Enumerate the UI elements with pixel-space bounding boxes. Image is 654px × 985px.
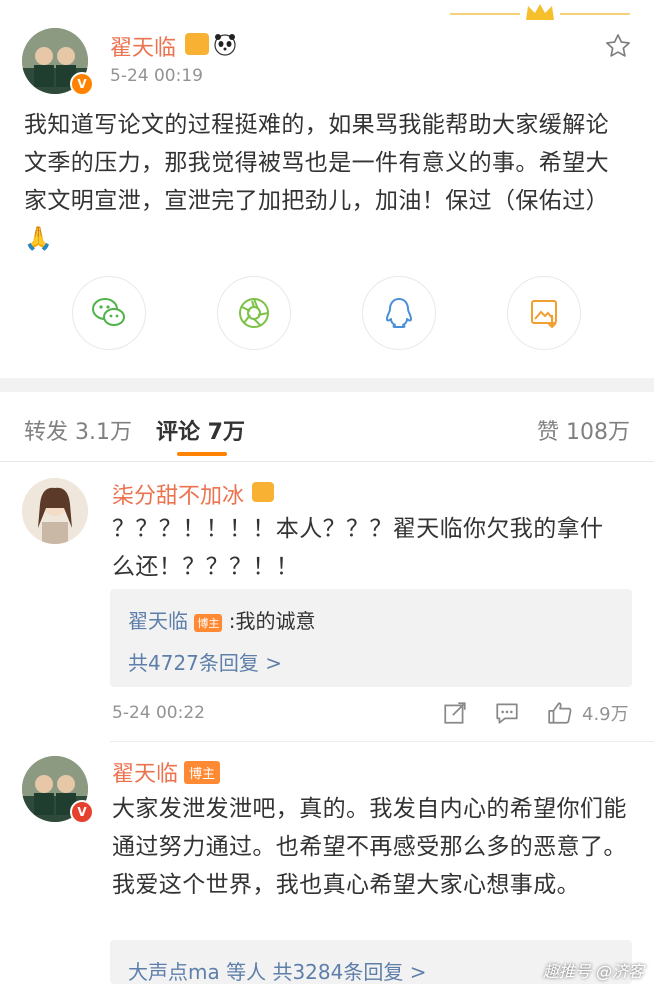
moments-icon xyxy=(239,298,269,328)
star-icon[interactable] xyxy=(604,32,632,60)
post-author[interactable]: 翟天临 xyxy=(110,30,176,62)
more-replies-link[interactable]: 共4727条回复 > xyxy=(128,647,282,676)
tab-comment[interactable]: 评论 7万 xyxy=(156,414,245,446)
save-image-button[interactable] xyxy=(507,276,581,350)
comment-author[interactable]: 翟天临 xyxy=(112,756,178,788)
blogger-badge: 博主 xyxy=(194,613,223,632)
verified-badge: V xyxy=(70,72,94,96)
comment-author[interactable]: 柒分甜不加冰 xyxy=(112,478,244,510)
share-wechat-button[interactable] xyxy=(72,276,146,350)
qq-icon xyxy=(386,298,412,328)
wechat-icon xyxy=(92,298,125,326)
comment-text: ？？？！！！！本人？？？翟天临你欠我的拿什么还！？？？！！ xyxy=(112,516,604,580)
vip-crown-icon xyxy=(185,33,209,55)
comment-avatar[interactable] xyxy=(22,478,88,544)
tabs-divider xyxy=(0,461,654,462)
panda-icon xyxy=(213,32,237,56)
comment-header: 翟天临 博主 xyxy=(112,756,221,788)
section-divider xyxy=(0,378,654,392)
share-moments-button[interactable] xyxy=(217,276,291,350)
reply-line: 翟天临 博主 :我的诚意 xyxy=(128,605,315,634)
tab-like[interactable]: 赞 108万 xyxy=(537,414,630,446)
comment-text: 大家发泄发泄吧，真的。我发自内心的希望你们能通过努力通过。也希望不再感受那么多的… xyxy=(112,796,627,898)
post-text: 我知道写论文的过程挺难的，如果骂我能帮助大家缓解论文季的压力，那我觉得被骂也是一… xyxy=(24,112,609,252)
top-decoration xyxy=(440,0,640,28)
vip-crown-icon xyxy=(252,482,274,502)
blogger-badge: 博主 xyxy=(184,760,221,784)
share-icon[interactable] xyxy=(442,700,468,726)
comment-divider xyxy=(110,741,654,742)
post-time: 5-24 00:19 xyxy=(110,66,203,86)
like-count: 4.9万 xyxy=(582,704,629,725)
watermark: 趣推号 @济客 xyxy=(542,962,644,981)
reply-text: :我的诚意 xyxy=(228,609,316,633)
reply-icon[interactable] xyxy=(494,700,520,726)
comment-time: 5-24 00:22 xyxy=(112,703,205,723)
crown-icon xyxy=(450,4,630,20)
thumbs-up-icon xyxy=(548,702,572,724)
tab-repost[interactable]: 转发 3.1万 xyxy=(24,414,132,446)
verified-badge: V xyxy=(70,800,94,824)
save-image-icon xyxy=(531,300,557,329)
more-replies-link[interactable]: 大声点ma 等人 共3284条回复 > xyxy=(128,956,426,985)
share-qq-button[interactable] xyxy=(362,276,436,350)
reply-box[interactable]: 翟天临 博主 :我的诚意 共4727条回复 > xyxy=(110,589,632,687)
like-button[interactable]: 4.9万 xyxy=(546,700,629,726)
tab-comment-underline xyxy=(177,452,227,456)
reply-author[interactable]: 翟天临 xyxy=(128,609,188,633)
